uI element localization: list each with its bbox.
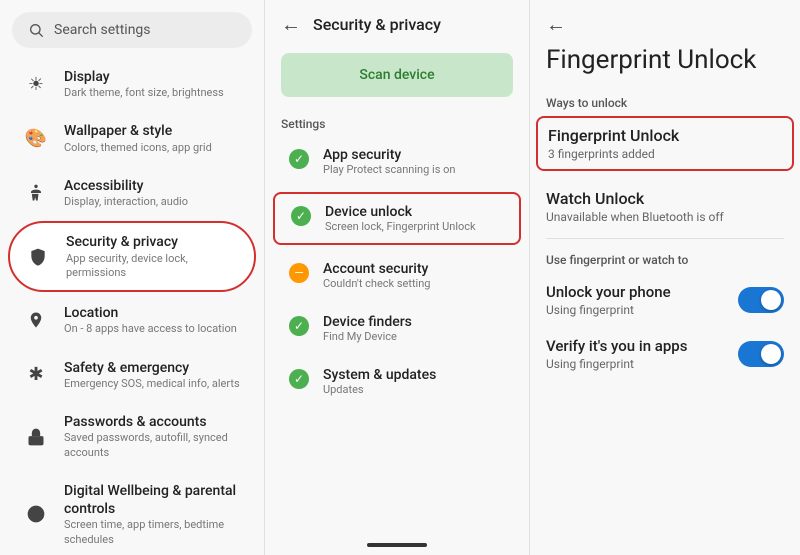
right-title: Fingerprint Unlock [546, 45, 784, 76]
setting-device-finders[interactable]: ✓ Device finders Find My Device [273, 304, 521, 353]
search-bar[interactable]: Search settings [12, 12, 252, 48]
verify-subtitle: Using fingerprint [546, 357, 738, 371]
wallpaper-icon: 🎨 [24, 127, 48, 151]
right-panel: ← Fingerprint Unlock Ways to unlock Fing… [530, 0, 800, 555]
nav-safety-subtitle: Emergency SOS, medical info, alerts [64, 377, 240, 391]
fingerprint-unlock-item[interactable]: Fingerprint Unlock 3 fingerprints added [536, 116, 794, 171]
sidebar-item-accessibility[interactable]: Accessibility Display, interaction, audi… [8, 167, 256, 219]
unlock-phone-title: Unlock your phone [546, 283, 738, 301]
bottom-nav-bar [367, 543, 427, 547]
nav-security-title: Security & privacy [66, 233, 238, 251]
scan-device-button[interactable]: Scan device [281, 53, 513, 97]
device-finders-subtitle: Find My Device [323, 330, 412, 343]
verify-apps-row: Verify it's you in apps Using fingerprin… [546, 327, 784, 381]
sidebar-item-display[interactable]: ☀ Display Dark theme, font size, brightn… [8, 58, 256, 110]
sidebar-item-wellbeing[interactable]: Digital Wellbeing & parental controls Sc… [8, 472, 256, 555]
right-back-button[interactable]: ← [546, 12, 784, 37]
ways-to-unlock-label: Ways to unlock [546, 96, 784, 110]
status-icon-green: ✓ [289, 149, 309, 169]
sidebar-item-location[interactable]: Location On - 8 apps have access to loca… [8, 294, 256, 346]
unlock-phone-row: Unlock your phone Using fingerprint [546, 273, 784, 327]
verify-apps-toggle[interactable] [738, 341, 784, 367]
device-unlock-subtitle: Screen lock, Fingerprint Unlock [325, 220, 476, 233]
status-icon-yellow: — [289, 263, 309, 283]
nav-accessibility-subtitle: Display, interaction, audio [64, 195, 188, 209]
middle-title: Security & privacy [313, 15, 441, 34]
nav-passwords-title: Passwords & accounts [64, 413, 240, 431]
status-icon-system-green: ✓ [289, 369, 309, 389]
nav-wellbeing-subtitle: Screen time, app timers, bedtime schedul… [64, 518, 240, 547]
safety-icon: ✱ [24, 363, 48, 387]
search-icon [28, 22, 44, 38]
nav-display-subtitle: Dark theme, font size, brightness [64, 86, 224, 100]
setting-account-security[interactable]: — Account security Couldn't check settin… [273, 251, 521, 300]
account-security-subtitle: Couldn't check setting [323, 277, 431, 290]
nav-location-title: Location [64, 304, 237, 322]
device-finders-title: Device finders [323, 314, 412, 330]
sidebar-item-wallpaper[interactable]: 🎨 Wallpaper & style Colors, themed icons… [8, 112, 256, 164]
system-updates-subtitle: Updates [323, 383, 436, 396]
middle-section-label: Settings [265, 109, 529, 135]
nav-list: ☀ Display Dark theme, font size, brightn… [0, 56, 264, 555]
status-icon-finders-green: ✓ [289, 316, 309, 336]
sidebar-item-passwords[interactable]: Passwords & accounts Saved passwords, au… [8, 403, 256, 470]
display-icon: ☀ [24, 72, 48, 96]
watch-unlock-item[interactable]: Watch Unlock Unavailable when Bluetooth … [546, 179, 784, 234]
nav-wallpaper-title: Wallpaper & style [64, 122, 212, 140]
nav-safety-title: Safety & emergency [64, 359, 240, 377]
middle-panel: ← Security & privacy Scan device Setting… [265, 0, 530, 555]
nav-security-subtitle: App security, device lock, permissions [66, 252, 238, 281]
device-unlock-title: Device unlock [325, 204, 476, 220]
middle-header: ← Security & privacy [265, 0, 529, 49]
passwords-icon [24, 425, 48, 449]
nav-display-title: Display [64, 68, 224, 86]
system-updates-title: System & updates [323, 367, 436, 383]
watch-unlock-title: Watch Unlock [546, 189, 784, 208]
unlock-phone-subtitle: Using fingerprint [546, 303, 738, 317]
sidebar-item-safety[interactable]: ✱ Safety & emergency Emergency SOS, medi… [8, 349, 256, 401]
search-placeholder: Search settings [54, 22, 151, 38]
app-security-subtitle: Play Protect scanning is on [323, 163, 455, 176]
sidebar-item-security[interactable]: Security & privacy App security, device … [8, 221, 256, 292]
nav-passwords-subtitle: Saved passwords, autofill, synced accoun… [64, 431, 240, 460]
divider-1 [546, 238, 784, 239]
watch-unlock-subtitle: Unavailable when Bluetooth is off [546, 210, 784, 224]
nav-wallpaper-subtitle: Colors, themed icons, app grid [64, 141, 212, 155]
left-panel: Search settings ☀ Display Dark theme, fo… [0, 0, 265, 555]
setting-app-security[interactable]: ✓ App security Play Protect scanning is … [273, 137, 521, 186]
account-security-title: Account security [323, 261, 431, 277]
use-fingerprint-label: Use fingerprint or watch to [546, 253, 784, 267]
nav-wellbeing-title: Digital Wellbeing & parental controls [64, 482, 240, 518]
setting-device-unlock[interactable]: ✓ Device unlock Screen lock, Fingerprint… [273, 192, 521, 245]
fingerprint-unlock-subtitle: 3 fingerprints added [548, 147, 782, 161]
security-icon [26, 245, 50, 269]
verify-title: Verify it's you in apps [546, 337, 738, 355]
nav-accessibility-title: Accessibility [64, 177, 188, 195]
accessibility-icon [24, 181, 48, 205]
wellbeing-icon [24, 502, 48, 526]
setting-system-updates[interactable]: ✓ System & updates Updates [273, 357, 521, 406]
location-icon [24, 308, 48, 332]
app-security-title: App security [323, 147, 455, 163]
fingerprint-unlock-title: Fingerprint Unlock [548, 126, 782, 145]
unlock-phone-toggle[interactable] [738, 287, 784, 313]
status-icon-unlock-green: ✓ [291, 206, 311, 226]
nav-location-subtitle: On - 8 apps have access to location [64, 322, 237, 336]
middle-back-button[interactable]: ← [281, 12, 301, 37]
